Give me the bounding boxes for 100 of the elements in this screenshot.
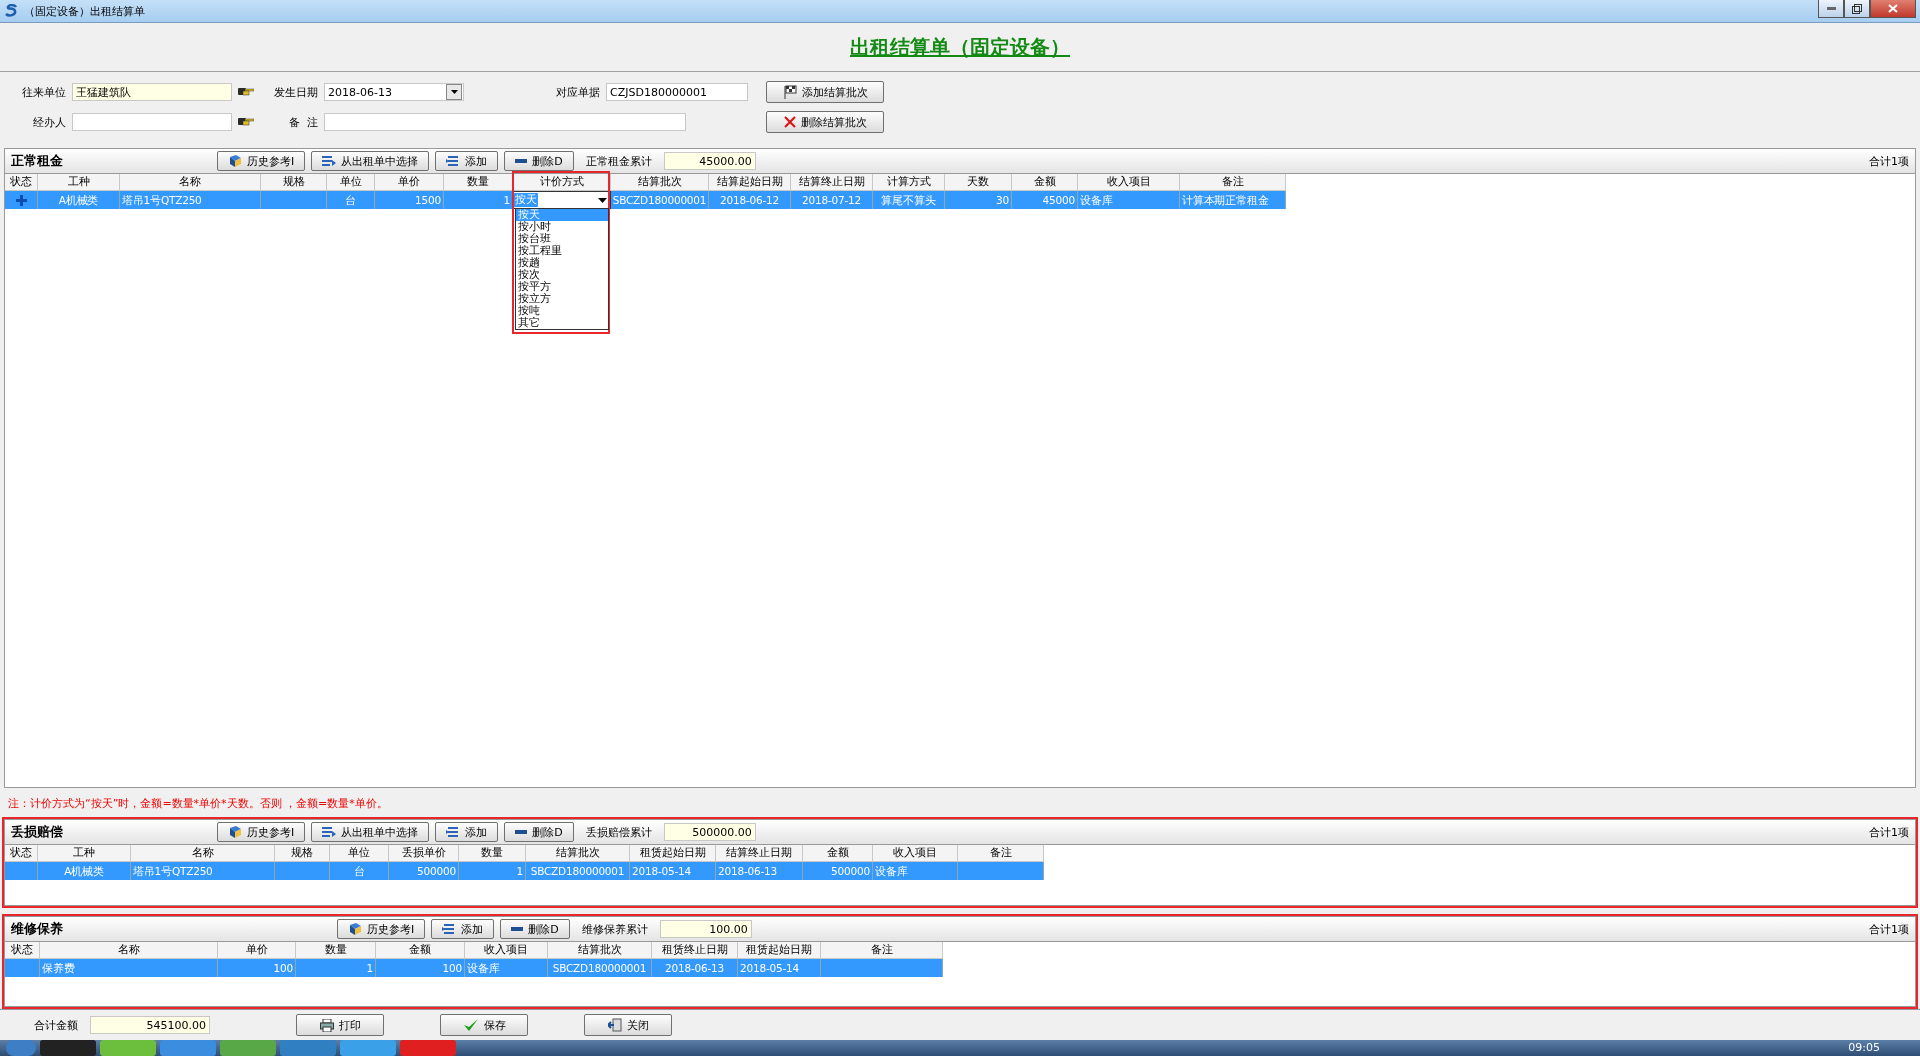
toolbar-button[interactable]: 添加 [435, 151, 499, 171]
close-button[interactable] [1870, 0, 1916, 18]
column-header[interactable]: 数量 [444, 174, 513, 191]
column-header[interactable]: 规格 [261, 174, 327, 191]
minus-icon [515, 830, 528, 834]
footer-button[interactable]: 打印 [296, 1014, 384, 1036]
pointing-hand-icon[interactable] [238, 85, 254, 96]
toolbar-button[interactable]: 从出租单中选择 [311, 151, 430, 171]
column-header[interactable]: 计算方式 [873, 174, 945, 191]
table-cell: 台 [327, 191, 375, 209]
toolbar-button[interactable]: 删除D [500, 919, 570, 939]
column-header[interactable]: 金额 [803, 845, 873, 862]
column-header[interactable]: 结算批次 [548, 942, 652, 959]
list-add-icon [442, 923, 457, 935]
toolbar-button[interactable]: 历史参考I [217, 151, 306, 171]
exit-door-icon [607, 1018, 622, 1032]
pointing-hand-icon[interactable] [238, 115, 254, 126]
column-header[interactable]: 丢损单价 [389, 845, 459, 862]
column-header[interactable]: 单位 [330, 845, 389, 862]
input-field[interactable] [72, 113, 232, 131]
column-header[interactable]: 租赁终止日期 [652, 942, 738, 959]
table-cell: 设备库 [873, 862, 958, 880]
column-header[interactable]: 备注 [958, 845, 1044, 862]
date-field[interactable]: 2018-06-13 [324, 83, 464, 101]
column-header[interactable]: 状态 [5, 942, 40, 959]
toolbar-button[interactable]: 删除D [504, 151, 574, 171]
column-header[interactable]: 备注 [821, 942, 943, 959]
restore-icon [1852, 3, 1862, 14]
column-header[interactable]: 金额 [1012, 174, 1078, 191]
column-header[interactable]: 名称 [131, 845, 275, 862]
start-button[interactable] [6, 1040, 36, 1056]
table-cell: 1500 [375, 191, 444, 209]
field-label: 经办人 [32, 114, 67, 130]
taskbar-app-icon[interactable] [220, 1040, 276, 1056]
footer-button[interactable]: 保存 [440, 1014, 528, 1036]
taskbar-app-icon[interactable] [160, 1040, 216, 1056]
column-header[interactable]: 收入项目 [1078, 174, 1180, 191]
taskbar-app-icon[interactable] [280, 1040, 336, 1056]
taskbar-app-icon[interactable] [400, 1040, 456, 1056]
column-header[interactable]: 数量 [296, 942, 376, 959]
footer-button[interactable]: 关闭 [584, 1014, 672, 1036]
column-header[interactable]: 工种 [38, 174, 120, 191]
column-header[interactable]: 单价 [218, 942, 296, 959]
column-header[interactable]: 结算终止日期 [716, 845, 803, 862]
input-field[interactable]: 王猛建筑队 [72, 83, 232, 101]
minimize-button[interactable] [1818, 0, 1844, 18]
column-header[interactable]: 结算批次 [526, 845, 630, 862]
column-header[interactable]: 天数 [945, 174, 1012, 191]
toolbar-button[interactable]: 历史参考I [217, 822, 306, 842]
printer-icon [319, 1018, 334, 1032]
table-cell: A机械类 [38, 191, 120, 209]
column-header[interactable]: 单位 [327, 174, 375, 191]
delete-batch-button[interactable]: 删除结算批次 [766, 111, 884, 133]
taskbar-app-icon[interactable] [340, 1040, 396, 1056]
column-header[interactable]: 状态 [5, 845, 38, 862]
column-header[interactable]: 名称 [40, 942, 218, 959]
restore-button[interactable] [1844, 0, 1870, 18]
input-field[interactable] [324, 113, 686, 131]
item-count: 合计1项 [1869, 921, 1909, 937]
toolbar-button[interactable]: 添加 [435, 822, 499, 842]
section-title: 正常租金 [11, 152, 64, 170]
column-header[interactable]: 名称 [120, 174, 261, 191]
column-header[interactable]: 状态 [5, 174, 38, 191]
column-header[interactable]: 收入项目 [873, 845, 958, 862]
field-label: 往来单位 [21, 84, 67, 100]
column-header[interactable]: 租赁起始日期 [630, 845, 716, 862]
column-header[interactable]: 结算起始日期 [709, 174, 791, 191]
column-header[interactable]: 金额 [376, 942, 465, 959]
column-header[interactable]: 数量 [459, 845, 526, 862]
column-header[interactable]: 规格 [275, 845, 330, 862]
toolbar-button[interactable]: 历史参考I [337, 919, 426, 939]
column-header[interactable]: 备注 [1180, 174, 1286, 191]
table-cell: 100 [376, 959, 465, 977]
minus-icon [515, 159, 528, 163]
item-count: 合计1项 [1869, 824, 1909, 840]
column-header[interactable]: 租赁起始日期 [738, 942, 821, 959]
taskbar-app-icon[interactable] [40, 1040, 96, 1056]
column-header[interactable]: 单价 [375, 174, 444, 191]
table-cell: 2018-05-14 [738, 959, 821, 977]
toolbar-button[interactable]: 从出租单中选择 [311, 822, 430, 842]
column-header[interactable]: 结算终止日期 [791, 174, 873, 191]
input-field[interactable]: CZJSD180000001 [606, 83, 748, 101]
column-header[interactable]: 工种 [38, 845, 131, 862]
column-header[interactable]: 计价方式 [513, 174, 611, 191]
list-add-icon [446, 155, 461, 167]
table-cell: SBCZD180000001 [526, 862, 630, 880]
field-label: 正常租金累计 [584, 153, 653, 169]
checkmark-icon [462, 1018, 479, 1032]
column-header[interactable]: 结算批次 [611, 174, 709, 191]
toolbar-button[interactable]: 删除D [504, 822, 574, 842]
field-label: 丢损赔偿累计 [584, 824, 653, 840]
table-cell: SBCZD180000001 [611, 191, 709, 209]
table-cell: 2018-06-12 [709, 191, 791, 209]
add-batch-button[interactable]: 添加结算批次 [766, 81, 884, 103]
toolbar-button[interactable]: 添加 [431, 919, 495, 939]
total-field: 545100.00 [90, 1016, 210, 1034]
table-cell: SBCZD180000001 [548, 959, 652, 977]
taskbar-app-icon[interactable] [100, 1040, 156, 1056]
list-icon [322, 826, 337, 838]
column-header[interactable]: 收入项目 [465, 942, 548, 959]
